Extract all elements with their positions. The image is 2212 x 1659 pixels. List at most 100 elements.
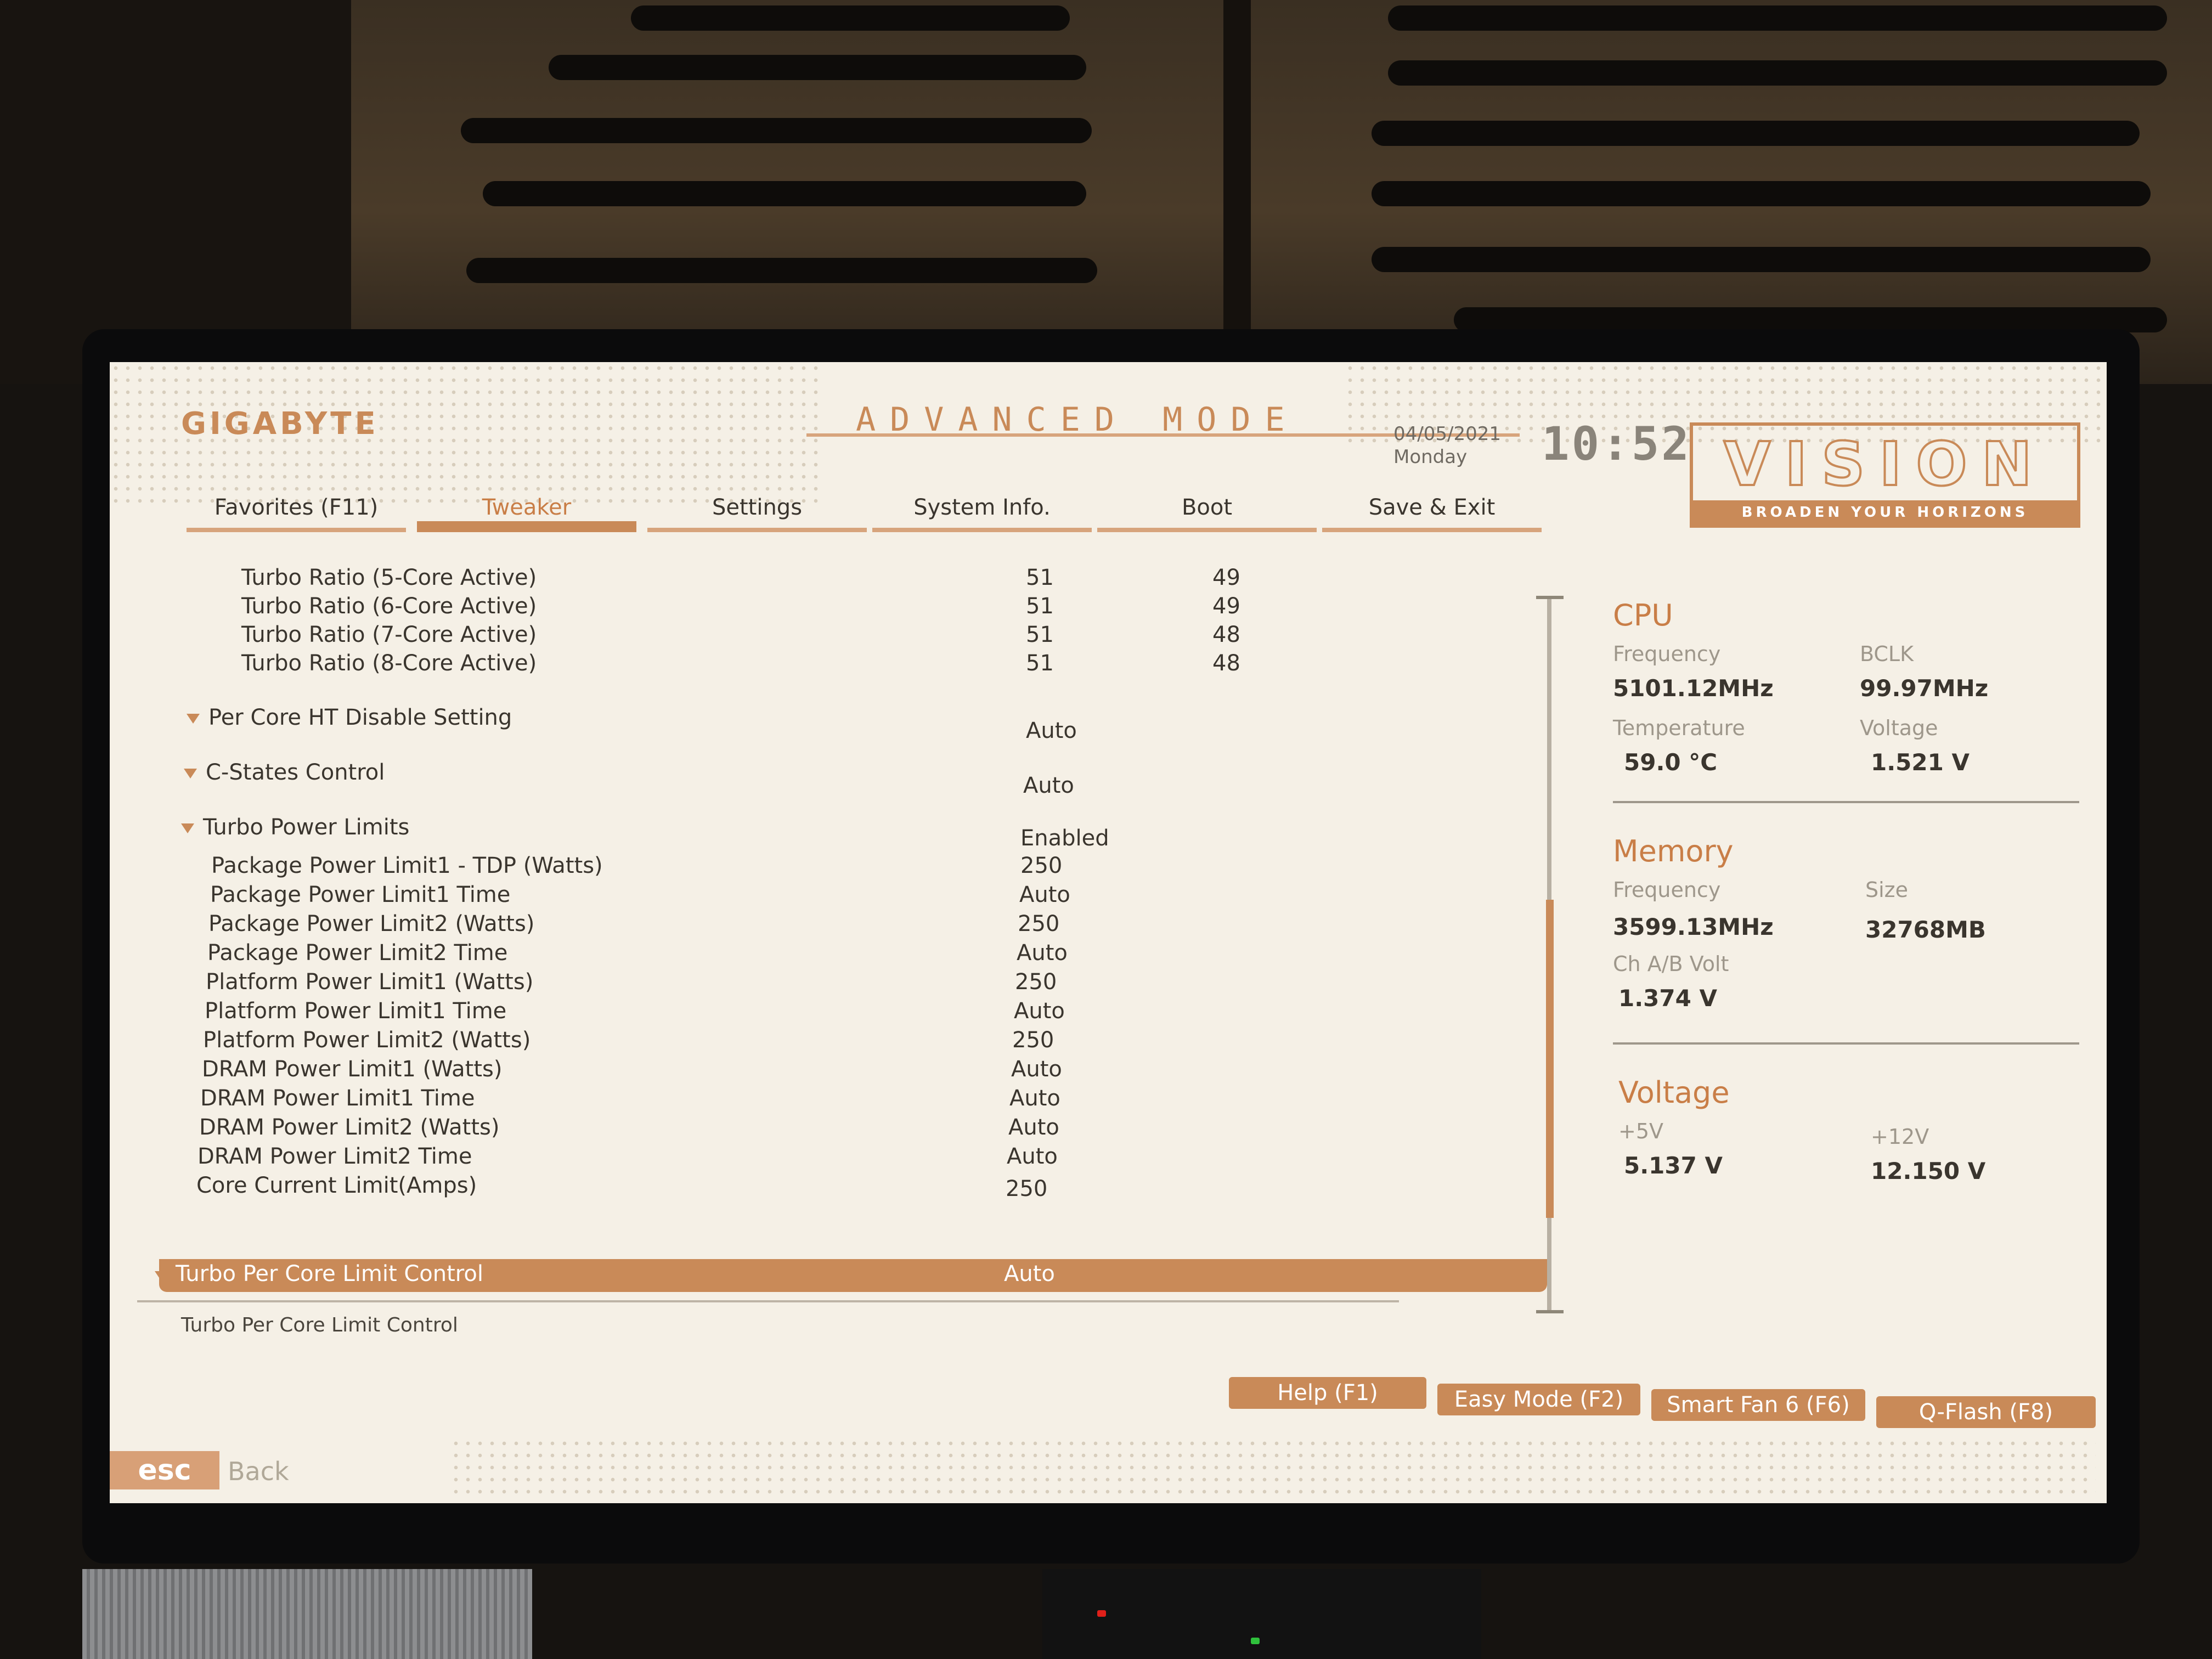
current-value: 48 xyxy=(1212,651,1240,676)
setting-value: Auto xyxy=(1008,1115,1059,1140)
setting-label: Per Core HT Disable Setting xyxy=(208,705,512,730)
setting-row[interactable]: Core Current Limit(Amps) 250 xyxy=(196,1173,1458,1203)
setting-row[interactable]: Package Power Limit2 (Watts) 250 xyxy=(208,911,1470,941)
setting-row[interactable]: DRAM Power Limit1 (Watts) Auto xyxy=(202,1057,1464,1086)
clock: 10:52 xyxy=(1542,417,1691,471)
setting-label: DRAM Power Limit2 (Watts) xyxy=(199,1115,500,1140)
memory-volt-value: 1.374 V xyxy=(1618,985,1717,1012)
cpu-frequency-value: 5101.12MHz xyxy=(1613,675,1774,702)
setting-row[interactable]: DRAM Power Limit2 (Watts) Auto xyxy=(199,1115,1461,1144)
memory-size-label: Size xyxy=(1865,878,1909,902)
mouse-cursor-icon xyxy=(1097,916,1114,944)
setting-label: C-States Control xyxy=(206,760,385,785)
bios-screen: GIGABYTE ADVANCED MODE 04/05/2021 Monday… xyxy=(110,362,2107,1503)
expand-triangle-icon[interactable] xyxy=(155,1271,168,1281)
setting-row[interactable]: DRAM Power Limit1 Time Auto xyxy=(200,1086,1462,1115)
setting-value: 51 xyxy=(1026,565,1054,590)
setting-value: Auto xyxy=(1019,882,1070,907)
setting-value: 250 xyxy=(1015,969,1057,995)
voltage-12v-value: 12.150 V xyxy=(1871,1158,1986,1184)
gigabyte-logo: GIGABYTE xyxy=(181,406,379,442)
setting-value: 51 xyxy=(1026,594,1054,619)
acoustic-slat xyxy=(631,5,1070,31)
expand-triangle-icon[interactable] xyxy=(184,769,197,778)
acoustic-slat xyxy=(549,55,1086,80)
setting-label: Turbo Ratio (7-Core Active) xyxy=(241,622,537,647)
cpu-heading: CPU xyxy=(1613,598,1673,633)
tab-tweaker[interactable]: Tweaker xyxy=(417,488,636,532)
setting-value: 250 xyxy=(1006,1176,1048,1201)
cpu-bclk-label: BCLK xyxy=(1860,642,1914,666)
weekday: Monday xyxy=(1393,446,1468,468)
dot-pattern xyxy=(450,1437,2096,1498)
qflash-button[interactable]: Q-Flash (F8) xyxy=(1876,1396,2096,1428)
settings-list: Turbo Ratio (5-Core Active) 51 49 Turbo … xyxy=(110,565,1547,1333)
setting-label: DRAM Power Limit2 Time xyxy=(198,1144,472,1169)
setting-description: Turbo Per Core Limit Control xyxy=(181,1314,458,1336)
setting-value: 250 xyxy=(1018,911,1060,936)
acoustic-slat xyxy=(1372,247,2151,272)
setting-label: Platform Power Limit2 (Watts) xyxy=(203,1028,531,1053)
setting-value: Auto xyxy=(1026,718,1077,743)
setting-row[interactable]: Turbo Ratio (8-Core Active) 51 48 xyxy=(241,651,1503,680)
setting-label: Platform Power Limit1 Time xyxy=(205,998,507,1024)
setting-row-turbo-power-limits[interactable]: Turbo Power Limits Enabled xyxy=(181,815,1498,851)
voltage-5v-value: 5.137 V xyxy=(1624,1152,1723,1179)
setting-row[interactable]: Turbo Ratio (7-Core Active) 51 48 xyxy=(241,622,1503,652)
setting-value: Auto xyxy=(1017,940,1068,966)
tab-settings[interactable]: Settings xyxy=(647,488,867,532)
wall-panel-gap xyxy=(1223,0,1251,384)
cpu-voltage-label: Voltage xyxy=(1860,716,1938,740)
setting-value: Auto xyxy=(1011,1057,1062,1082)
setting-row[interactable]: Package Power Limit1 Time Auto xyxy=(210,882,1472,912)
back-label[interactable]: Back xyxy=(228,1457,289,1486)
cpu-bclk-value: 99.97MHz xyxy=(1860,675,1989,702)
panel-divider xyxy=(1613,801,2079,803)
setting-value: Auto xyxy=(1004,1261,1055,1286)
indicator-led xyxy=(1097,1610,1106,1617)
vision-logo: VISION xyxy=(1723,428,2046,500)
esc-key-button[interactable]: esc xyxy=(110,1451,219,1489)
tab-save-exit[interactable]: Save & Exit xyxy=(1322,488,1542,532)
setting-label: Package Power Limit2 (Watts) xyxy=(208,911,535,936)
voltage-heading: Voltage xyxy=(1618,1075,1730,1110)
acoustic-slat xyxy=(1372,181,2151,206)
tab-boot[interactable]: Boot xyxy=(1097,488,1317,532)
selected-setting-row[interactable]: Turbo Per Core Limit Control Auto xyxy=(155,1259,1547,1292)
easy-mode-button[interactable]: Easy Mode (F2) xyxy=(1437,1384,1640,1415)
smart-fan-button[interactable]: Smart Fan 6 (F6) xyxy=(1651,1389,1865,1421)
setting-row-c-states[interactable]: C-States Control Auto xyxy=(184,760,1500,798)
cpu-temperature-value: 59.0 °C xyxy=(1624,749,1718,776)
setting-row-per-core-ht[interactable]: Per Core HT Disable Setting Auto xyxy=(187,705,1503,743)
setting-row[interactable]: DRAM Power Limit2 Time Auto xyxy=(198,1144,1459,1173)
tab-favorites[interactable]: Favorites (F11) xyxy=(187,488,406,532)
vision-tagline: BROADEN YOUR HORIZONS xyxy=(1693,500,2077,524)
setting-label: DRAM Power Limit1 Time xyxy=(200,1086,475,1111)
setting-row[interactable]: Package Power Limit1 - TDP (Watts) 250 xyxy=(211,853,1473,883)
memory-size-value: 32768MB xyxy=(1865,916,1986,943)
setting-label: Turbo Ratio (6-Core Active) xyxy=(241,594,537,619)
setting-row[interactable]: Turbo Ratio (5-Core Active) 51 49 xyxy=(241,565,1503,595)
expand-triangle-icon[interactable] xyxy=(187,714,200,724)
vision-badge: VISION BROADEN YOUR HORIZONS xyxy=(1690,422,2080,528)
cpu-frequency-label: Frequency xyxy=(1613,642,1721,666)
setting-value: Auto xyxy=(1014,998,1065,1024)
pc-case-grille xyxy=(82,1569,532,1659)
setting-value: 250 xyxy=(1020,853,1063,878)
current-value: 49 xyxy=(1212,565,1240,590)
expand-triangle-icon[interactable] xyxy=(181,823,194,833)
setting-row[interactable]: Platform Power Limit1 (Watts) 250 xyxy=(206,969,1468,999)
setting-row[interactable]: Platform Power Limit1 Time Auto xyxy=(205,998,1466,1028)
setting-row[interactable]: Platform Power Limit2 (Watts) 250 xyxy=(203,1028,1465,1057)
acoustic-slat xyxy=(1372,121,2140,146)
setting-label: Turbo Power Limits xyxy=(203,815,410,840)
tab-system-info[interactable]: System Info. xyxy=(872,488,1092,532)
help-button[interactable]: Help (F1) xyxy=(1229,1377,1426,1409)
setting-row[interactable]: Turbo Ratio (6-Core Active) 51 49 xyxy=(241,594,1503,623)
setting-label: Package Power Limit1 - TDP (Watts) xyxy=(211,853,603,878)
scrollbar-thumb[interactable] xyxy=(1546,900,1554,1218)
acoustic-slat xyxy=(1388,5,2167,31)
setting-row[interactable]: Package Power Limit2 Time Auto xyxy=(207,940,1469,970)
memory-volt-label: Ch A/B Volt xyxy=(1613,952,1729,976)
setting-value: Auto xyxy=(1007,1144,1058,1169)
